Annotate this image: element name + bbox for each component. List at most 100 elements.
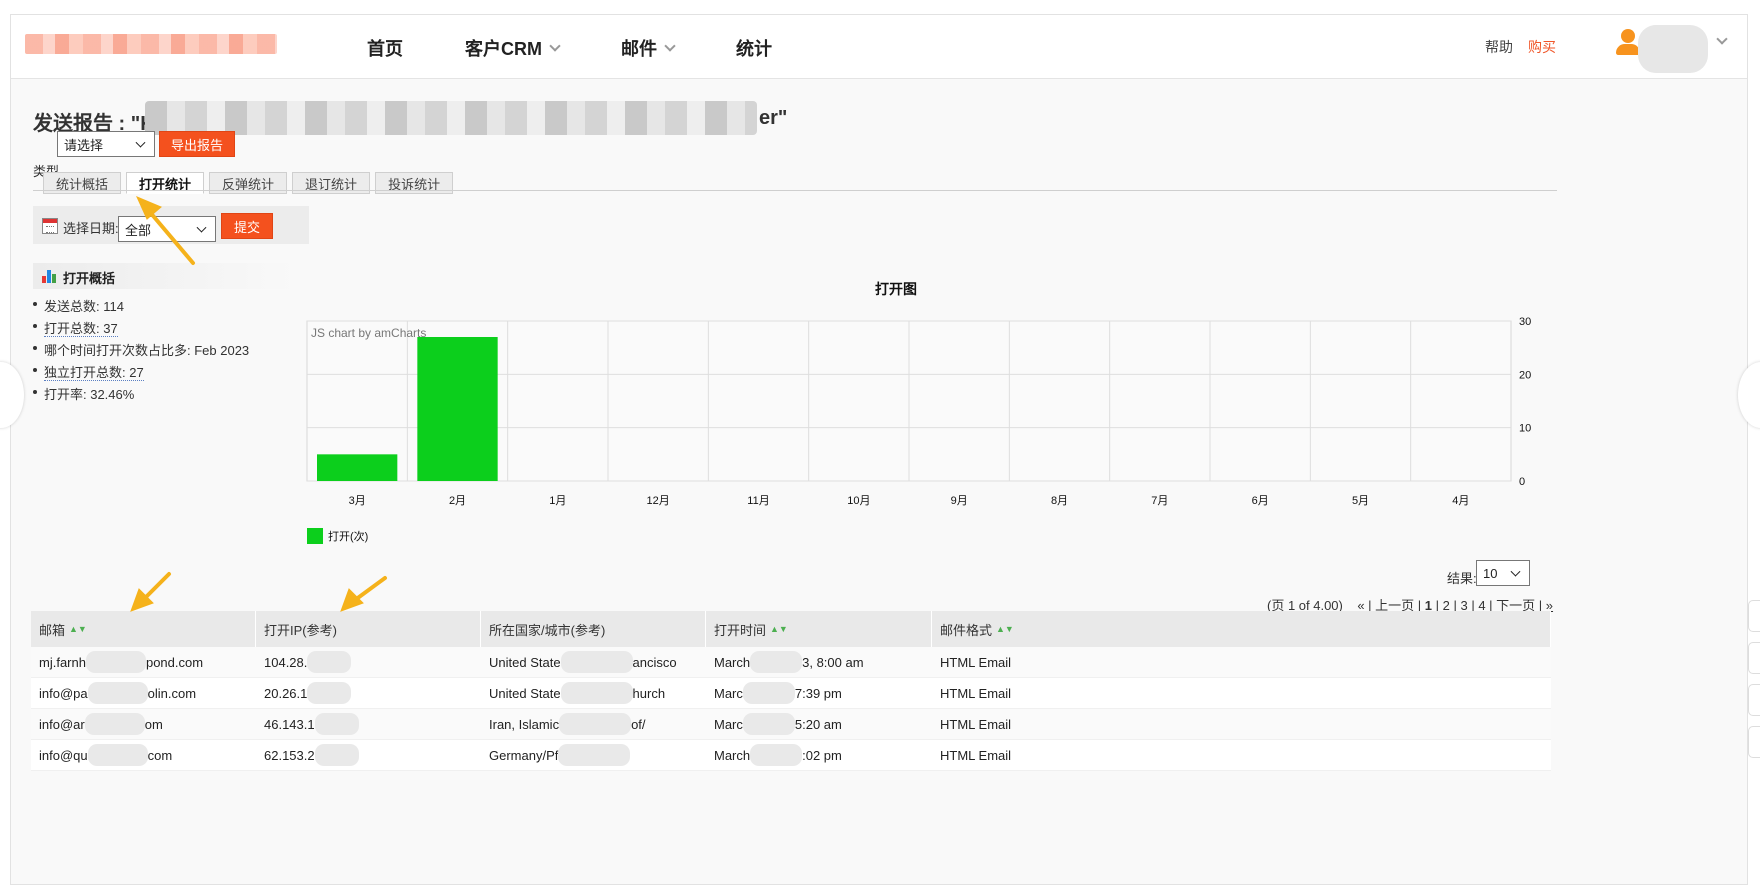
redacted-text [560,651,633,673]
summary-unique-opens[interactable]: 独立打开总数: 27 [33,362,249,384]
nav-mail[interactable]: 邮件 [621,35,676,61]
table-row: info@ar om 46.143.1 Iran, Islamic of/Marc 5:2… [31,709,1551,740]
redacted-text [87,682,148,704]
nav-stats-label: 统计 [736,39,772,59]
user-name[interactable] [1638,25,1708,73]
bar-chart-icon [42,270,56,283]
x-tick-label: 1月 [549,495,566,507]
redacted-text [742,713,795,735]
col-open-time[interactable]: 打开时间 ▲▼ [706,611,932,647]
sort-icon[interactable]: ▲▼ [69,624,87,634]
cell-format: HTML Email [940,747,1012,763]
nav-home[interactable]: 首页 [367,35,403,61]
summary-header: 打开概括 [33,263,295,289]
col-format[interactable]: 邮件格式 ▲▼ [932,611,1551,647]
redacted-text [560,682,633,704]
type-select[interactable]: 请选择 [57,131,155,157]
legend-swatch [307,528,323,544]
side-tool-2[interactable] [1748,642,1760,674]
open-chart: 0 10 20 30 3月 2月 1月 12月 11月 10月 9月 8月 7月 6月 5月 4月 JS cha… [306,316,1531,544]
summary-open-rate: 打开率: 32.46% [33,384,249,406]
x-tick-label: 12月 [647,495,670,507]
sort-icon[interactable]: ▲▼ [770,624,788,634]
side-tool-3[interactable] [1748,684,1760,716]
bar-3月 [317,454,398,481]
help-link[interactable]: 帮助 [1485,37,1513,57]
col-ip: 打开IP(参考) [256,611,481,647]
chevron-down-icon [664,39,676,52]
submit-button[interactable]: 提交 [221,213,273,239]
cell-ip: 46.143.1 [256,709,481,739]
cell-open-time: Marc 5:20 am [706,709,932,739]
bar-2月 [417,337,498,481]
redacted-text [84,713,145,735]
nav-stats[interactable]: 统计 [736,35,772,61]
redacted-text [742,682,795,704]
table-body: mj.farnh pond.com 104.28. United State ancis… [31,647,1551,771]
buy-link[interactable]: 购买 [1528,37,1556,57]
sort-icon[interactable]: ▲▼ [996,624,1014,634]
x-tick-label: 9月 [951,495,968,507]
table-header: 邮箱 ▲▼ 打开IP(参考) 所在国家/城市(参考) 打开时间 ▲▼ 邮件格式 ▲▼ [31,611,1551,647]
redacted-text [559,713,632,735]
cell-format: HTML Email [940,654,1012,670]
redacted-text [750,744,803,766]
results-per-page-select[interactable]: 10 [1476,560,1530,586]
col-email[interactable]: 邮箱 ▲▼ [31,611,256,647]
cell-location: United State hurch [481,678,706,708]
x-tick-label: 2月 [449,495,466,507]
tabs-divider [33,190,1557,191]
results-label: 结果: [1447,571,1477,586]
y-tick-label: 20 [1519,369,1531,381]
nav-crm[interactable]: 客户CRM [465,35,561,61]
date-select[interactable]: 全部 [118,216,216,242]
page-title-tail: er" [759,107,788,129]
x-tick-label: 11月 [747,495,769,507]
title-redacted [145,101,757,135]
x-tick-label: 6月 [1252,495,1269,507]
side-tool-1[interactable] [1748,600,1760,632]
side-tool-4[interactable] [1748,726,1760,758]
side-toolbar [1748,600,1760,768]
cell-format: HTML Email [940,685,1012,701]
brand-logo[interactable] [25,34,277,54]
summary-title: 打开概括 [63,271,116,286]
date-filter-label: 选择日期: [63,221,119,236]
chevron-down-icon [135,137,146,148]
cell-email: info@ar om [31,709,256,739]
cell-open-time: Marc 7:39 pm [706,678,932,708]
main-nav: 首页 客户CRM 邮件 统计 [367,35,834,61]
y-tick-label: 30 [1519,316,1531,328]
col-location: 所在国家/城市(参考) [481,611,706,647]
chevron-down-icon [549,39,561,52]
cell-location: Iran, Islamic of/ [481,709,706,739]
redacted-text [314,744,359,766]
redacted-text [307,682,352,704]
redacted-text [85,651,146,673]
nav-home-label: 首页 [367,39,403,59]
cell-ip: 20.26.1 [256,678,481,708]
x-tick-label: 3月 [349,495,366,507]
summary-peak-time: 哪个时间打开次数占比多: Feb 2023 [33,340,249,362]
chevron-down-icon [1510,566,1521,577]
export-report-button[interactable]: 导出报告 [159,131,235,157]
summary-open-total[interactable]: 打开总数: 37 [33,318,249,340]
date-select-value: 全部 [125,222,152,238]
cell-email: info@pa olin.com [31,678,256,708]
calendar-icon [42,218,58,234]
summary-sent-total: 发送总数: 114 [33,296,249,318]
x-tick-label: 10月 [847,495,870,507]
redacted-text [750,651,803,673]
type-select-value: 请选择 [64,137,104,153]
cell-email: info@qu com [31,740,256,770]
redacted-text [307,651,352,673]
user-menu-chevron-icon[interactable] [1716,33,1728,45]
table-row: info@qu com 62.153.2 Germany/Pf March:02 pm H… [31,740,1551,771]
chevron-down-icon [196,222,207,233]
cell-location: United State ancisco [481,647,706,677]
nav-crm-label: 客户CRM [465,39,542,59]
chart-title: 打开图 [875,281,917,297]
x-tick-label: 5月 [1352,495,1369,507]
cell-format: HTML Email [940,716,1012,732]
cell-location: Germany/Pf [481,740,706,770]
